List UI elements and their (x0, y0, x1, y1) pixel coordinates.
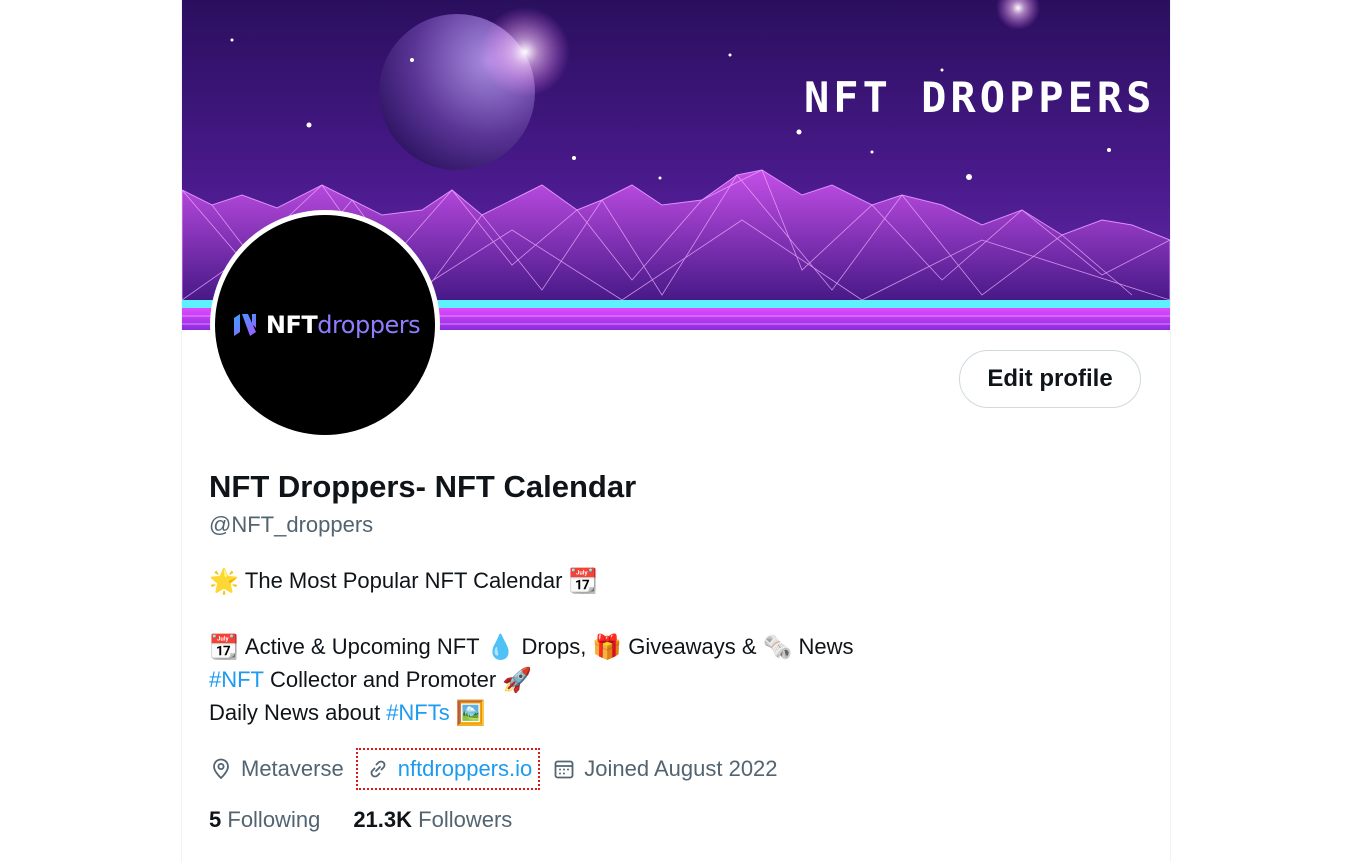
joined-text: Joined August 2022 (584, 756, 778, 781)
logo-mark-icon (233, 314, 256, 336)
followers-count: 21.3K (353, 807, 413, 832)
location-item: Metaverse (209, 756, 344, 782)
bio-text: Collector and Promoter (270, 667, 497, 692)
bio-text: Daily News about (209, 700, 381, 725)
profile-card: NFT DROPPERS NFTdroppers Edit profile NF… (181, 0, 1171, 862)
bio-line-1: 🌟 The Most Popular NFT Calendar 📆 (209, 567, 604, 595)
droplet-emoji-icon: 💧 (485, 633, 516, 661)
nftdroppers-logo: NFTdroppers (230, 310, 421, 340)
bio-text: News (798, 634, 854, 659)
follow-stats: 5 Following 21.3K Followers (209, 807, 512, 833)
link-icon (366, 757, 390, 781)
joined-item: Joined August 2022 (552, 756, 778, 782)
location-pin-icon (209, 757, 233, 781)
avatar-image: NFTdroppers (215, 215, 435, 435)
bio-line-2: 📆 Active & Upcoming NFT 💧 Drops, 🎁 Givea… (209, 633, 854, 661)
logo-text-droppers: droppers (317, 311, 421, 339)
bio-text: Active & Upcoming NFT (244, 634, 480, 659)
followers-label: Followers (418, 807, 513, 832)
rocket-emoji-icon: 🚀 (502, 666, 533, 694)
bio-text: Drops, (521, 634, 587, 659)
logo-text-nft: NFT (265, 311, 318, 339)
newspaper-emoji-icon: 🗞️ (762, 633, 793, 661)
bio-line-4: Daily News about #NFTs 🖼️ (209, 699, 492, 727)
calendar-emoji-icon: 📆 (568, 567, 599, 595)
profile-name: NFT Droppers- NFT Calendar (209, 469, 637, 504)
hashtag-link[interactable]: #NFTs (386, 700, 450, 726)
following-count: 5 (209, 807, 222, 832)
followers-link[interactable]: 21.3K Followers (353, 807, 512, 833)
hashtag-link[interactable]: #NFT (209, 667, 264, 693)
edit-profile-button[interactable]: Edit profile (959, 350, 1141, 408)
framed-picture-emoji-icon: 🖼️ (455, 699, 486, 727)
website-link[interactable]: nftdroppers.io (355, 748, 541, 790)
calendar-icon (552, 757, 576, 781)
bio-text: Giveaways & (628, 634, 757, 659)
following-label: Following (227, 807, 321, 832)
bio-text: The Most Popular NFT Calendar (244, 568, 563, 593)
website-text[interactable]: nftdroppers.io (398, 756, 533, 782)
following-link[interactable]: 5 Following (209, 807, 320, 833)
calendar-emoji-icon: 📆 (209, 633, 239, 661)
profile-handle: @NFT_droppers (209, 512, 374, 537)
star-emoji-icon: 🌟 (209, 567, 239, 595)
location-text: Metaverse (241, 756, 344, 781)
bio-line-3: #NFT Collector and Promoter 🚀 (209, 666, 538, 694)
banner-title: NFT DROPPERS (804, 73, 1155, 122)
avatar[interactable]: NFTdroppers (210, 210, 440, 440)
gift-emoji-icon: 🎁 (592, 633, 623, 661)
profile-meta: Metaverse nftdroppers.io Joined August 2… (209, 748, 778, 790)
